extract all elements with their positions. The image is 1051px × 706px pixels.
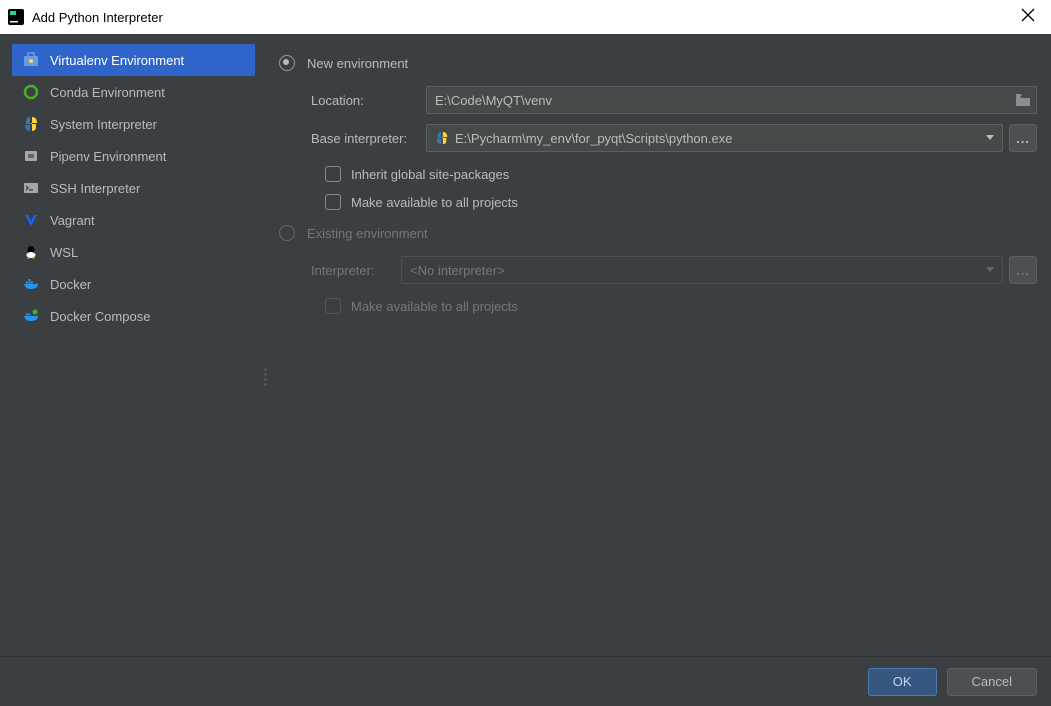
browse-interpreter-button: ... [1009,256,1037,284]
python-icon [435,131,449,145]
docker-compose-icon [22,307,40,325]
available-all-checkbox[interactable] [325,194,341,210]
browse-base-button[interactable]: ... [1009,124,1037,152]
base-interpreter-label: Base interpreter: [311,131,426,146]
dialog-footer: OK Cancel [0,656,1051,706]
existing-available-label: Make available to all projects [351,299,518,314]
existing-available-checkbox [325,298,341,314]
interpreter-row: Interpreter: <No interpreter> ... [311,256,1037,284]
sidebar-item-system[interactable]: System Interpreter [12,108,263,140]
interpreter-label: Interpreter: [311,263,401,278]
base-interpreter-value: E:\Pycharm\my_env\for_pyqt\Scripts\pytho… [455,131,732,146]
sidebar-label: System Interpreter [50,117,157,132]
inherit-packages-label: Inherit global site-packages [351,167,509,182]
sidebar-item-ssh[interactable]: SSH Interpreter [12,172,263,204]
existing-env-radio-label: Existing environment [307,226,428,241]
sidebar-label: Vagrant [50,213,95,228]
chevron-down-icon [986,135,994,141]
existing-available-row: Make available to all projects [325,294,1037,318]
new-env-radio-label: New environment [307,56,408,71]
python-icon [22,115,40,133]
main-panel: New environment Location: Base interpret… [263,34,1051,656]
pycharm-icon [8,9,24,25]
chevron-down-icon [986,267,994,273]
base-interpreter-row: Base interpreter: E:\Pycharm\my_env\for_… [311,124,1037,152]
content-area: Virtualenv Environment Conda Environment… [0,34,1051,656]
linux-icon [22,243,40,261]
available-all-row: Make available to all projects [325,190,1037,214]
sidebar-item-wsl[interactable]: WSL [12,236,263,268]
sidebar-label: Pipenv Environment [50,149,166,164]
sidebar-item-virtualenv[interactable]: Virtualenv Environment [12,44,255,76]
cancel-button[interactable]: Cancel [947,668,1037,696]
browse-location-icon[interactable] [1013,90,1033,110]
titlebar: Add Python Interpreter [0,0,1051,34]
sidebar-item-vagrant[interactable]: Vagrant [12,204,263,236]
inherit-packages-row: Inherit global site-packages [325,162,1037,186]
location-row: Location: [311,86,1037,114]
existing-env-radio[interactable] [279,225,295,241]
docker-icon [22,275,40,293]
interpreter-dropdown: <No interpreter> [401,256,1003,284]
sidebar-item-pipenv[interactable]: Pipenv Environment [12,140,263,172]
conda-icon [22,83,40,101]
close-button[interactable] [1021,8,1037,24]
sidebar-item-docker-compose[interactable]: Docker Compose [12,300,263,332]
available-all-label: Make available to all projects [351,195,518,210]
location-label: Location: [311,93,426,108]
vagrant-icon [22,211,40,229]
new-env-radio-row: New environment [279,50,1037,76]
terminal-icon [22,179,40,197]
sidebar-label: Conda Environment [50,85,165,100]
pipenv-icon [22,147,40,165]
existing-env-radio-row: Existing environment [279,220,1037,246]
dialog-window: Add Python Interpreter Virtualenv Enviro… [0,0,1051,706]
sidebar-label: Docker Compose [50,309,150,324]
sidebar-item-conda[interactable]: Conda Environment [12,76,263,108]
ok-button[interactable]: OK [868,668,937,696]
new-env-radio[interactable] [279,55,295,71]
inherit-packages-checkbox[interactable] [325,166,341,182]
interpreter-value: <No interpreter> [410,263,505,278]
base-interpreter-dropdown[interactable]: E:\Pycharm\my_env\for_pyqt\Scripts\pytho… [426,124,1003,152]
location-input[interactable] [426,86,1037,114]
window-title: Add Python Interpreter [32,10,163,25]
sidebar-item-docker[interactable]: Docker [12,268,263,300]
sidebar-label: Docker [50,277,91,292]
sidebar-label: SSH Interpreter [50,181,140,196]
virtualenv-icon [22,51,40,69]
sidebar: Virtualenv Environment Conda Environment… [0,34,263,656]
sidebar-label: WSL [50,245,78,260]
sidebar-label: Virtualenv Environment [50,53,184,68]
